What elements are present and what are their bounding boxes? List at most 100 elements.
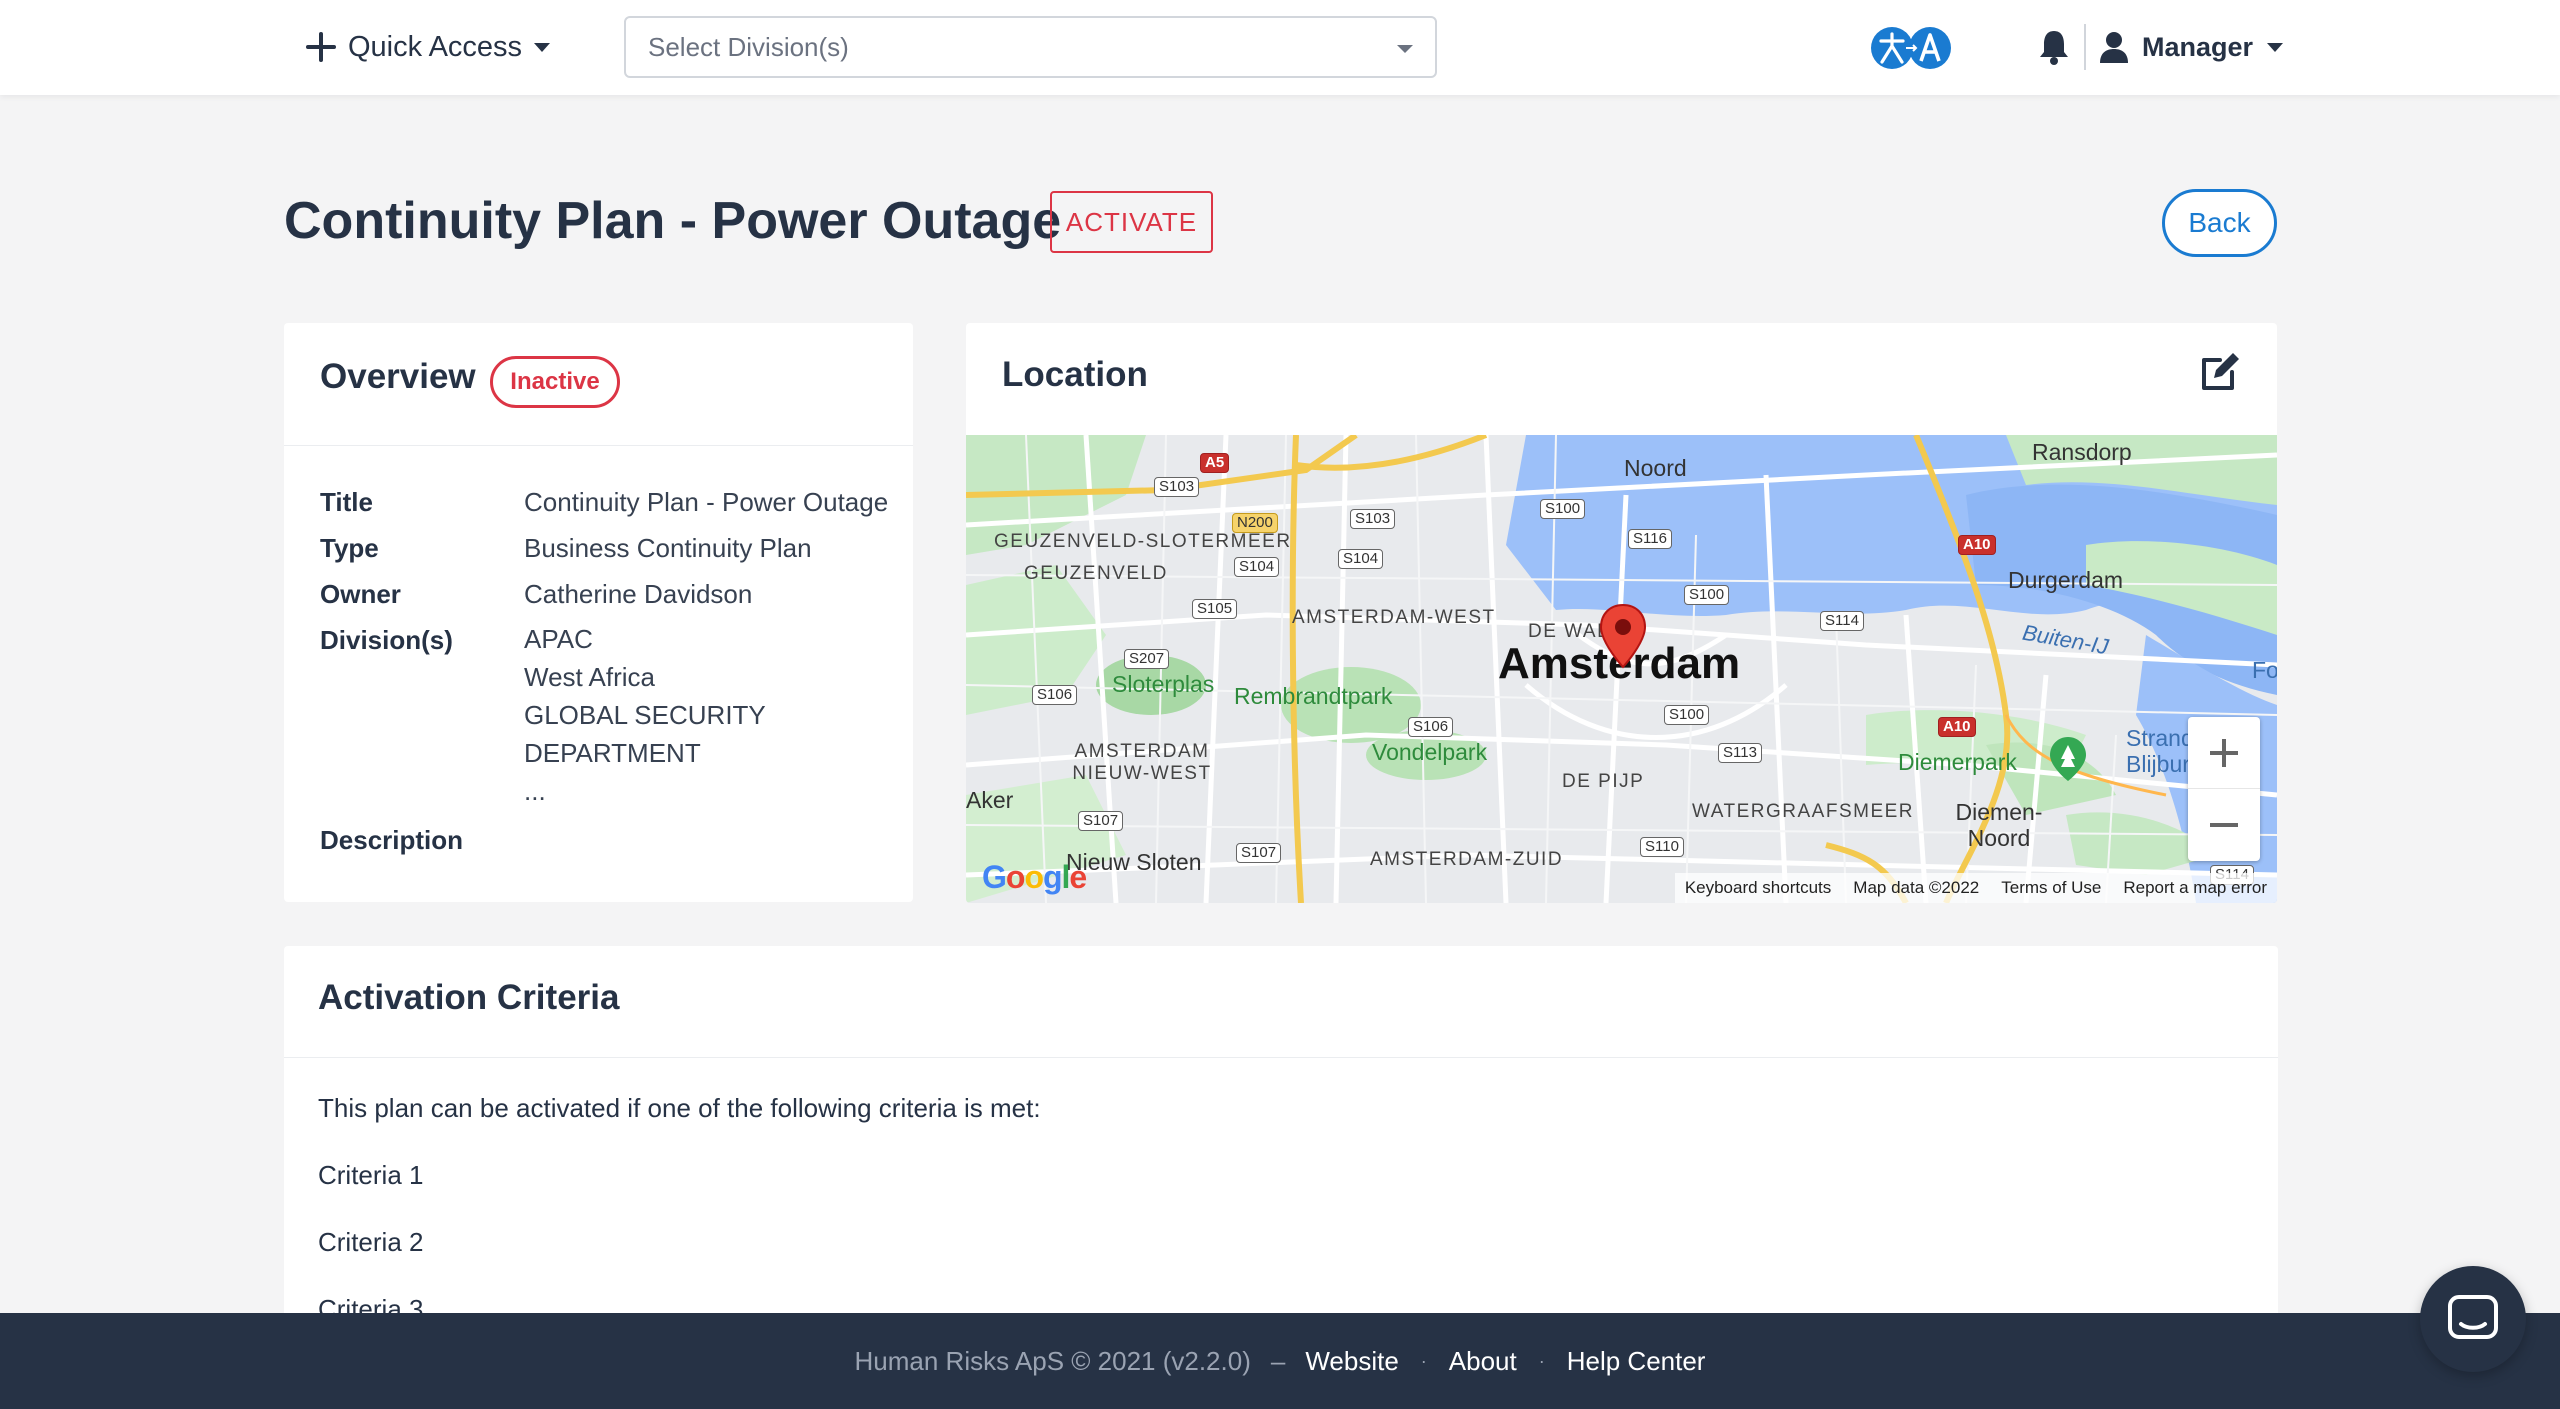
back-button[interactable]: Back — [2162, 189, 2277, 257]
division-item: APAC — [524, 624, 593, 654]
zoom-in-button[interactable] — [2188, 717, 2260, 789]
title-value: Continuity Plan - Power Outage — [524, 487, 889, 517]
road-shield: A10 — [1938, 717, 1976, 737]
road-shield: S110 — [1640, 837, 1684, 857]
map-label-district: WATERGRAAFSMEER — [1692, 801, 1915, 822]
bell-icon[interactable] — [2036, 28, 2072, 66]
footer-copyright: Human Risks ApS © 2021 (v2.2.0) — [854, 1345, 1251, 1376]
road-shield: N200 — [1232, 513, 1278, 533]
division-select[interactable]: Select Division(s) — [624, 16, 1437, 78]
activate-button[interactable]: ACTIVATE — [1050, 191, 1213, 253]
road-shield: S114 — [1820, 611, 1864, 631]
description-label: Description — [320, 825, 464, 855]
quick-access-dropdown[interactable]: Quick Access — [306, 26, 551, 68]
map-label-place: Noord — [1624, 455, 1687, 481]
activation-intro-text: This plan can be activated if one of the… — [318, 1093, 1041, 1123]
map-label-district: GEUZENVELD — [1024, 563, 1168, 584]
footer-separator: – — [1270, 1345, 1286, 1376]
footer-link-website[interactable]: Website — [1305, 1346, 1398, 1377]
caret-down-icon — [2267, 42, 2284, 52]
road-shield: S103 — [1154, 477, 1200, 497]
road-shield: S103 — [1350, 509, 1396, 529]
chat-launcher-button[interactable] — [2420, 1266, 2526, 1372]
map-label-park: Rembrandtpark — [1234, 683, 1393, 709]
user-icon — [2100, 32, 2128, 63]
terms-of-use-link[interactable]: Terms of Use — [2001, 878, 2101, 898]
road-shield: S207 — [1124, 649, 1170, 669]
road-shield: S106 — [1408, 717, 1454, 737]
road-shield: S116 — [1628, 529, 1672, 549]
owner-value: Catherine Davidson — [524, 579, 753, 609]
translate-icon[interactable] — [1870, 26, 1952, 70]
footer-dot: · — [1420, 1350, 1427, 1371]
chevron-down-icon — [1397, 45, 1413, 53]
division-item: West Africa — [524, 662, 656, 692]
map-data-text: Map data ©2022 — [1853, 878, 1980, 897]
map-label-place: Nieuw Sloten — [1066, 849, 1202, 875]
road-shield: S104 — [1338, 549, 1384, 569]
map-pin-icon[interactable] — [1598, 603, 1648, 669]
road-shield: S105 — [1192, 599, 1238, 619]
overview-card-header: Overview Inactive — [284, 323, 913, 446]
division-list: APAC West Africa GLOBAL SECURITY DEPARTM… — [524, 620, 884, 810]
road-shield: S100 — [1664, 705, 1710, 725]
map-label-place: Durgerdam — [2008, 567, 2124, 593]
division-item: GLOBAL SECURITY DEPARTMENT — [524, 700, 766, 768]
nav-divider — [2084, 24, 2086, 70]
map-label-place: Diemen-Noord — [1955, 799, 2043, 851]
title-label: Title — [320, 487, 373, 517]
location-title: Location — [1002, 355, 1148, 394]
report-map-error-link[interactable]: Report a map error — [2123, 878, 2267, 898]
map-attribution-bar: Keyboard shortcuts Map data ©2022 Terms … — [1674, 873, 2277, 903]
owner-label: Owner — [320, 579, 401, 609]
map-label-district: DE PIJP — [1562, 771, 1645, 792]
map-label-district: AMSTERDAM NIEUW-WEST — [1072, 741, 1212, 784]
footer-dot: · — [1538, 1350, 1545, 1371]
overview-card: Overview Inactive Title Continuity Plan … — [284, 323, 913, 902]
map-label-park: Diemerpark — [1898, 749, 2017, 775]
road-shield: A5 — [1200, 453, 1230, 473]
location-map[interactable]: A5 S103 N200 S103 S100 S116 S104 S104 S1… — [966, 435, 2277, 903]
park-pin-icon — [2050, 737, 2086, 781]
footer-link-help-center[interactable]: Help Center — [1567, 1346, 1706, 1377]
road-shield: S100 — [1684, 585, 1730, 605]
map-label-place: Ransdorp — [2032, 439, 2132, 465]
map-label-park: Sloterplas — [1112, 671, 1215, 697]
criteria-item: Criteria 2 — [318, 1227, 424, 1257]
footer-link-about[interactable]: About — [1449, 1346, 1517, 1377]
map-zoom-controls — [2188, 717, 2260, 861]
zoom-out-button[interactable] — [2188, 789, 2260, 861]
road-shield: S104 — [1234, 557, 1280, 577]
chat-icon — [2448, 1295, 2498, 1339]
map-label-district: GEUZENVELD-SLOTERMEER — [994, 531, 1292, 552]
location-card: Location A5 S103 N200 S103 S100 S116 S10… — [966, 323, 2277, 903]
caret-down-icon — [534, 42, 551, 52]
road-shield: A10 — [1958, 535, 1996, 555]
page-title: Continuity Plan - Power Outage — [284, 192, 1062, 250]
plus-icon — [306, 32, 336, 62]
divisions-label: Division(s) — [320, 625, 453, 655]
activation-card-header: Activation Criteria — [284, 946, 2278, 1058]
map-label-park: Vondelpark — [1372, 739, 1488, 765]
map-label-place: Fo — [2252, 657, 2277, 683]
road-shield: S100 — [1540, 499, 1586, 519]
type-label: Type — [320, 533, 379, 563]
user-menu-dropdown[interactable]: Manager — [2100, 26, 2284, 68]
page-footer: Human Risks ApS © 2021 (v2.2.0) – Websit… — [0, 1313, 2560, 1409]
map-label-district: AMSTERDAM-WEST — [1292, 607, 1496, 628]
road-shield: S106 — [1032, 685, 1078, 705]
division-select-placeholder: Select Division(s) — [648, 31, 849, 62]
status-badge: Inactive — [490, 356, 620, 408]
road-shield: S107 — [1236, 843, 1282, 863]
top-navbar: Quick Access Select Division(s) Manager — [0, 0, 2560, 95]
user-menu-label: Manager — [2142, 31, 2254, 62]
edit-icon[interactable] — [2198, 350, 2242, 394]
road-shield: S113 — [1718, 743, 1762, 763]
road-shield: S107 — [1078, 811, 1124, 831]
criteria-item: Criteria 1 — [318, 1160, 424, 1190]
map-label-place: Aker — [966, 787, 1014, 813]
location-card-header: Location — [966, 323, 2277, 435]
keyboard-shortcuts-link[interactable]: Keyboard shortcuts — [1685, 878, 1831, 898]
type-value: Business Continuity Plan — [524, 533, 812, 563]
division-more: ... — [524, 776, 546, 806]
